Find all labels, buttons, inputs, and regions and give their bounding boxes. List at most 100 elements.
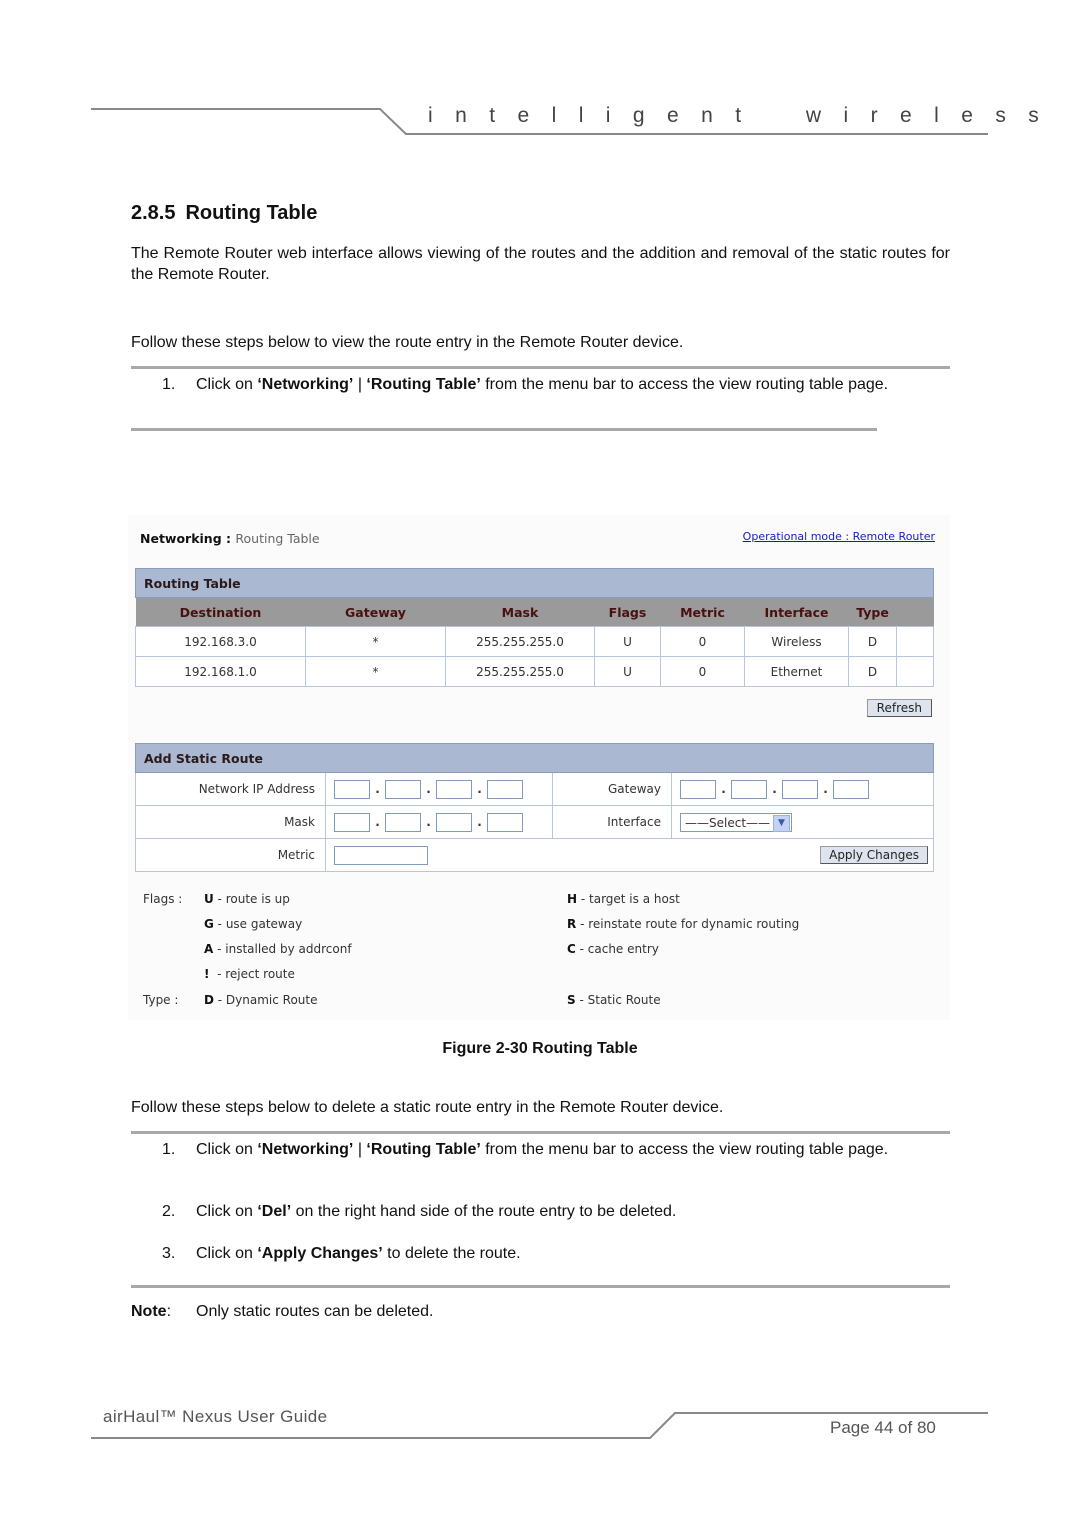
octet-dot: . — [477, 782, 482, 796]
add-static-route-form: Add Static Route Network IP Address ... … — [135, 743, 934, 872]
octet-dot: . — [426, 782, 431, 796]
network-ip-octet-1[interactable] — [334, 779, 370, 799]
legend-type-label: Type : — [143, 993, 179, 1007]
step-bold: ‘Routing Table’ — [366, 1141, 481, 1158]
step-text: from the menu bar to access the view rou… — [480, 1141, 889, 1158]
step-text: Click on — [196, 1245, 258, 1262]
legend-item: A - installed by addrconf — [204, 942, 352, 956]
network-ip-field: ... — [325, 772, 553, 806]
metric-label: Metric — [135, 838, 326, 872]
footer-doc-title: airHaul™ Nexus User Guide — [103, 1407, 328, 1426]
interface-field: ——Select—— ▼ — [671, 805, 934, 839]
gateway-octet-1[interactable] — [680, 779, 716, 799]
figure-caption: Figure 2-30 Routing Table — [442, 1040, 638, 1057]
operational-mode-link[interactable]: Operational mode : Remote Router — [743, 530, 935, 543]
gateway-octet-3[interactable] — [782, 779, 818, 799]
legend-desc: - target is a host — [577, 892, 680, 906]
step-number: 2. — [162, 1203, 176, 1220]
octet-dot: . — [375, 815, 380, 829]
legend-item: D - Dynamic Route — [204, 993, 318, 1007]
header-tagline: i n t e l l i g e n t w i r e l e s s p … — [428, 104, 1048, 127]
gateway-octet-4[interactable] — [833, 779, 869, 799]
mask-octet-3[interactable] — [436, 812, 472, 832]
octet-dot: . — [426, 815, 431, 829]
col-metric: Metric — [660, 597, 745, 627]
legend-item: R - reinstate route for dynamic routing — [567, 917, 799, 931]
table-row: 192.168.1.0 * 255.255.255.0 U 0 Ethernet… — [135, 656, 934, 687]
col-gateway: Gateway — [305, 597, 446, 627]
divider — [131, 1285, 950, 1288]
octet-dot: . — [477, 815, 482, 829]
metric-input[interactable] — [334, 845, 428, 865]
legend-item: H - target is a host — [567, 892, 680, 906]
step-text: | — [353, 376, 367, 393]
cell-mask: 255.255.255.0 — [445, 656, 595, 687]
network-ip-label: Network IP Address — [135, 772, 326, 806]
cell-gateway: * — [305, 656, 446, 687]
step-bold: ‘Networking’ — [257, 376, 354, 393]
routing-table: Routing Table Destination Gateway Mask F… — [135, 568, 934, 687]
legend-desc: - cache entry — [575, 942, 659, 956]
gateway-octet-2[interactable] — [731, 779, 767, 799]
legend-flags-label: Flags : — [143, 892, 183, 906]
delete-step-2: 2. Click on ‘Del’ on the right hand side… — [162, 1201, 950, 1222]
step-bold: ‘Networking’ — [257, 1141, 354, 1158]
mask-octet-2[interactable] — [385, 812, 421, 832]
legend-item: ! - reject route — [204, 967, 295, 981]
legend-code: U — [204, 892, 214, 906]
step-bold: ‘Del’ — [257, 1203, 292, 1220]
legend-desc: - reinstate route for dynamic routing — [576, 917, 800, 931]
network-ip-octet-4[interactable] — [487, 779, 523, 799]
cell-flags: U — [594, 626, 661, 657]
network-ip-octet-3[interactable] — [436, 779, 472, 799]
octet-dot: . — [721, 782, 726, 796]
divider — [131, 1131, 950, 1134]
gateway-label: Gateway — [552, 772, 672, 806]
legend-code: H — [567, 892, 578, 906]
cell-interface: Wireless — [744, 626, 849, 657]
step-text: Click on — [196, 376, 258, 393]
legend-code: S — [567, 993, 576, 1007]
breadcrumb-section: Networking : — [140, 531, 236, 546]
legend-desc: - use gateway — [213, 917, 303, 931]
cell-action — [896, 626, 934, 657]
cell-interface: Ethernet — [744, 656, 849, 687]
legend-desc: - route is up — [213, 892, 290, 906]
mask-octet-4[interactable] — [487, 812, 523, 832]
divider — [131, 428, 877, 431]
note-colon: : — [166, 1303, 172, 1320]
delete-step-3: 3. Click on ‘Apply Changes’ to delete th… — [162, 1243, 950, 1264]
intro-paragraph: The Remote Router web interface allows v… — [131, 245, 950, 283]
refresh-button[interactable]: Refresh — [866, 699, 932, 717]
breadcrumb: Networking : Routing Table — [140, 531, 320, 546]
delete-step-1: 1. Click on ‘Networking’ | ‘Routing Tabl… — [162, 1139, 950, 1160]
mask-octet-1[interactable] — [334, 812, 370, 832]
legend-code: G — [204, 917, 214, 931]
col-type: Type — [848, 597, 897, 627]
section-number: 2.8.5 — [131, 202, 176, 224]
mask-field: ... — [325, 805, 553, 839]
network-ip-octet-2[interactable] — [385, 779, 421, 799]
cell-flags: U — [594, 656, 661, 687]
footer-page-number: Page 44 of 80 — [830, 1418, 936, 1437]
step-text: Click on — [196, 1141, 258, 1158]
octet-dot: . — [375, 782, 380, 796]
view-step-1: 1. Click on ‘Networking’ | ‘Routing Tabl… — [162, 374, 950, 395]
legend-item: C - cache entry — [567, 942, 659, 956]
col-flags: Flags — [594, 597, 661, 627]
cell-mask: 255.255.255.0 — [445, 626, 595, 657]
legend-code: D — [204, 993, 214, 1007]
step-bold: ‘Routing Table’ — [366, 376, 481, 393]
chevron-down-icon[interactable]: ▼ — [773, 814, 790, 832]
cell-action — [896, 656, 934, 687]
step-text: Click on — [196, 1203, 258, 1220]
legend-item: S - Static Route — [567, 993, 661, 1007]
apply-changes-button[interactable]: Apply Changes — [820, 845, 928, 864]
cell-gateway: * — [305, 626, 446, 657]
col-mask: Mask — [445, 597, 595, 627]
interface-select[interactable]: ——Select—— ▼ — [680, 812, 792, 832]
metric-field: Apply Changes — [325, 838, 934, 872]
step-text: from the menu bar to access the view rou… — [480, 376, 889, 393]
note-text: Only static routes can be deleted. — [196, 1303, 434, 1320]
cell-metric: 0 — [660, 656, 745, 687]
